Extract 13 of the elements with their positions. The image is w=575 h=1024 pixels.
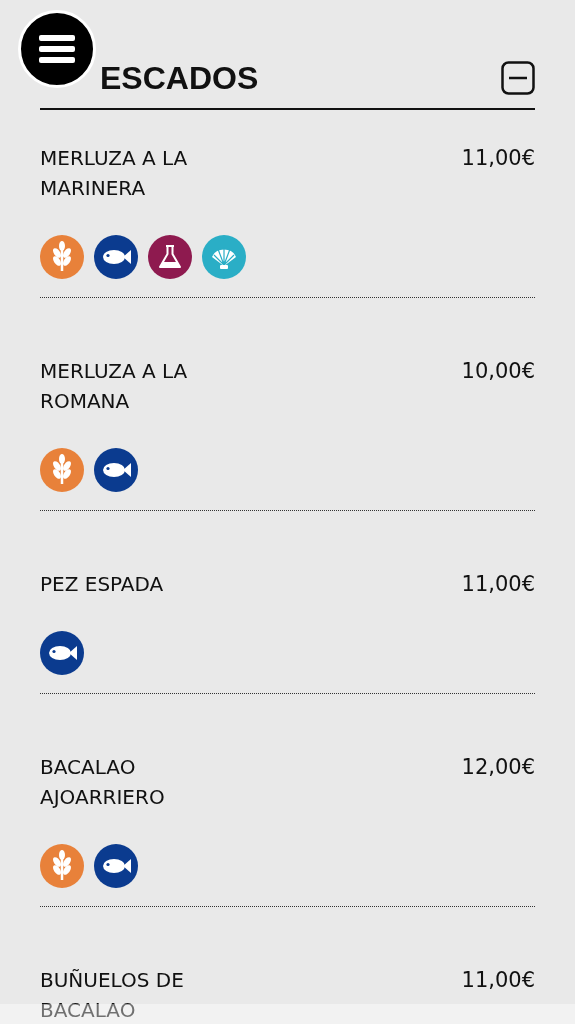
dish-price: 11,00€ [461,145,535,172]
dish-name: BACALAO AJOARRIERO [40,754,166,811]
dish-name: PEZ ESPADA [40,571,164,598]
dish-price: 12,00€ [461,754,535,781]
dish-name: MERLUZA A LA ROMANA [40,358,189,415]
section-title: ESCADOS [100,59,259,98]
dish-price: 11,00€ [461,967,535,994]
menu-icon [39,35,75,63]
dish-price: 11,00€ [461,571,535,598]
dish-price: 10,00€ [461,358,535,385]
dish-name: MERLUZA A LA MARINERA [40,145,189,202]
dish-name: BUÑUELOS DE BACALAO [40,967,185,1024]
collapse-button[interactable] [501,61,535,95]
